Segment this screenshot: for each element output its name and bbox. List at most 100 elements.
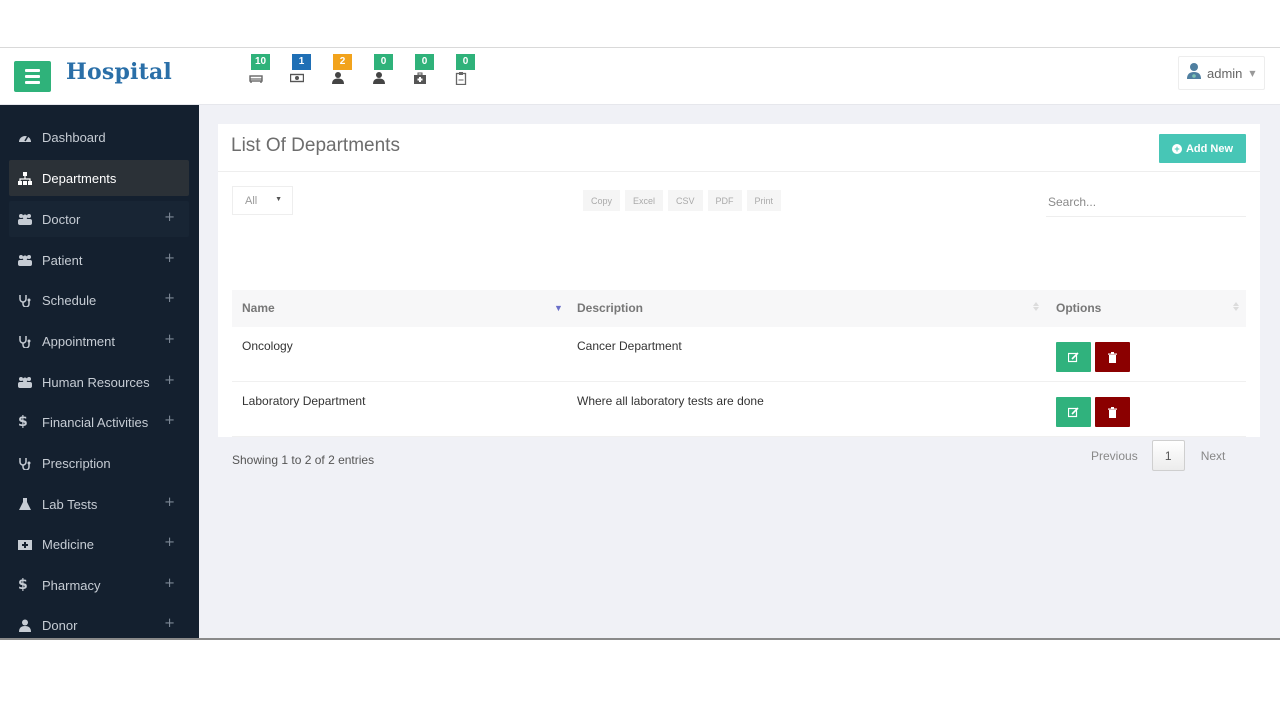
edit-icon: [1068, 407, 1079, 418]
sidebar-item-label: Prescription: [42, 456, 111, 471]
caret-down-icon: ▼: [275, 196, 282, 203]
money-icon: [287, 70, 307, 86]
sidebar-item-appointment[interactable]: Appointment +: [9, 323, 189, 359]
delete-button[interactable]: [1095, 397, 1130, 427]
sort-icon[interactable]: [1233, 299, 1239, 313]
notification-badge: 0: [415, 54, 434, 70]
sidebar-item-prescription[interactable]: Prescription: [9, 445, 189, 481]
menu-toggle-button[interactable]: [14, 61, 51, 92]
sidebar-item-financial-activities[interactable]: $ Financial Activities +: [9, 404, 189, 440]
dollar-icon: $: [18, 415, 36, 429]
departments-panel: List Of Departments + Add New All ▼ Copy…: [218, 124, 1260, 437]
notification-payments[interactable]: 1: [285, 54, 313, 90]
sort-icon[interactable]: [1033, 299, 1039, 313]
department-description: Where all laboratory tests are done: [577, 394, 764, 408]
sort-desc-icon[interactable]: ▼: [554, 303, 563, 313]
users-icon: [18, 253, 36, 267]
user-icon: [18, 618, 36, 632]
notification-patients[interactable]: 0: [367, 54, 395, 90]
print-button[interactable]: Print: [747, 190, 782, 211]
sidebar-item-dashboard[interactable]: Dashboard: [9, 119, 189, 155]
flask-icon: [18, 497, 36, 511]
department-description: Cancer Department: [577, 339, 682, 353]
medkit-icon: [410, 70, 430, 86]
medkit-icon: [18, 537, 36, 551]
search-input[interactable]: [1046, 187, 1246, 217]
dollar-icon: $: [18, 578, 36, 592]
sidebar-item-schedule[interactable]: Schedule +: [9, 282, 189, 318]
notification-doctors[interactable]: 2: [326, 54, 354, 90]
expand-icon: +: [164, 210, 175, 225]
delete-button[interactable]: [1095, 342, 1130, 372]
edit-button[interactable]: [1056, 397, 1091, 427]
pdf-button[interactable]: PDF: [708, 190, 742, 211]
caret-down-icon: ▼: [1249, 69, 1255, 78]
add-new-label: Add New: [1186, 143, 1233, 155]
users-icon: [18, 375, 36, 389]
stethoscope-icon: [18, 456, 36, 470]
notification-badge: 1: [292, 54, 311, 70]
dashboard-icon: [18, 130, 36, 144]
user-menu-dropdown[interactable]: admin ▼: [1178, 56, 1265, 90]
sidebar-item-label: Financial Activities: [42, 415, 148, 430]
hamburger-icon: [25, 69, 40, 72]
add-new-button[interactable]: + Add New: [1159, 134, 1246, 163]
table-header: Name ▼ Description Options: [232, 290, 1246, 327]
page-length-select[interactable]: All ▼: [232, 186, 293, 215]
brand-logo[interactable]: Hospital: [66, 59, 172, 85]
table-row: Oncology Cancer Department: [232, 327, 1246, 382]
expand-icon: +: [164, 251, 175, 266]
sidebar-item-label: Dashboard: [42, 130, 106, 145]
sidebar-item-human-resources[interactable]: Human Resources +: [9, 364, 189, 400]
current-page-button[interactable]: 1: [1152, 440, 1185, 471]
sidebar-item-lab-tests[interactable]: Lab Tests +: [9, 486, 189, 522]
notification-reports[interactable]: 0: [449, 54, 477, 90]
bed-icon: [246, 70, 266, 86]
sidebar-item-label: Lab Tests: [42, 497, 97, 512]
csv-button[interactable]: CSV: [668, 190, 703, 211]
stethoscope-icon: [18, 334, 36, 348]
notification-badge: 10: [251, 54, 270, 70]
next-page-button[interactable]: Next: [1201, 449, 1226, 463]
notification-medicine[interactable]: 0: [408, 54, 436, 90]
sidebar-item-label: Donor: [42, 618, 77, 633]
app-window: Hospital 10 1 2 0: [0, 47, 1280, 640]
sidebar-item-doctor[interactable]: Doctor +: [9, 201, 189, 237]
sidebar-item-label: Medicine: [42, 537, 94, 552]
notification-beds[interactable]: 10: [244, 54, 272, 90]
expand-icon: +: [164, 495, 175, 510]
column-header-options[interactable]: Options: [1056, 301, 1101, 315]
sidebar-item-donor[interactable]: Donor +: [9, 607, 189, 640]
column-header-description[interactable]: Description: [577, 301, 643, 315]
sidebar-item-label: Patient: [42, 253, 82, 268]
table-info: Showing 1 to 2 of 2 entries: [232, 453, 374, 467]
notification-bar: 10 1 2 0: [244, 54, 477, 90]
sidebar-item-label: Pharmacy: [42, 578, 101, 593]
user-icon: [369, 70, 389, 86]
trash-icon: [1107, 352, 1118, 363]
expand-icon: +: [164, 373, 175, 388]
expand-icon: +: [164, 413, 175, 428]
clipboard-icon: [451, 70, 471, 86]
sidebar-item-label: Human Resources: [42, 375, 150, 390]
sidebar-item-label: Doctor: [42, 212, 80, 227]
excel-button[interactable]: Excel: [625, 190, 663, 211]
previous-page-button[interactable]: Previous: [1091, 449, 1138, 463]
sidebar-item-label: Schedule: [42, 293, 96, 308]
trash-icon: [1107, 407, 1118, 418]
notification-badge: 0: [374, 54, 393, 70]
edit-button[interactable]: [1056, 342, 1091, 372]
top-navbar: Hospital 10 1 2 0: [0, 48, 1280, 105]
user-icon: [328, 70, 348, 86]
sidebar-item-medicine[interactable]: Medicine +: [9, 526, 189, 562]
copy-button[interactable]: Copy: [583, 190, 620, 211]
column-header-name[interactable]: Name: [242, 301, 275, 315]
sidebar-item-pharmacy[interactable]: $ Pharmacy +: [9, 567, 189, 603]
username: admin: [1207, 66, 1242, 81]
sidebar-item-patient[interactable]: Patient +: [9, 242, 189, 278]
page-length-value: All: [245, 195, 257, 207]
edit-icon: [1068, 352, 1079, 363]
sidebar-item-departments[interactable]: Departments: [9, 160, 189, 196]
expand-icon: +: [164, 291, 175, 306]
panel-header: List Of Departments + Add New: [218, 124, 1260, 172]
